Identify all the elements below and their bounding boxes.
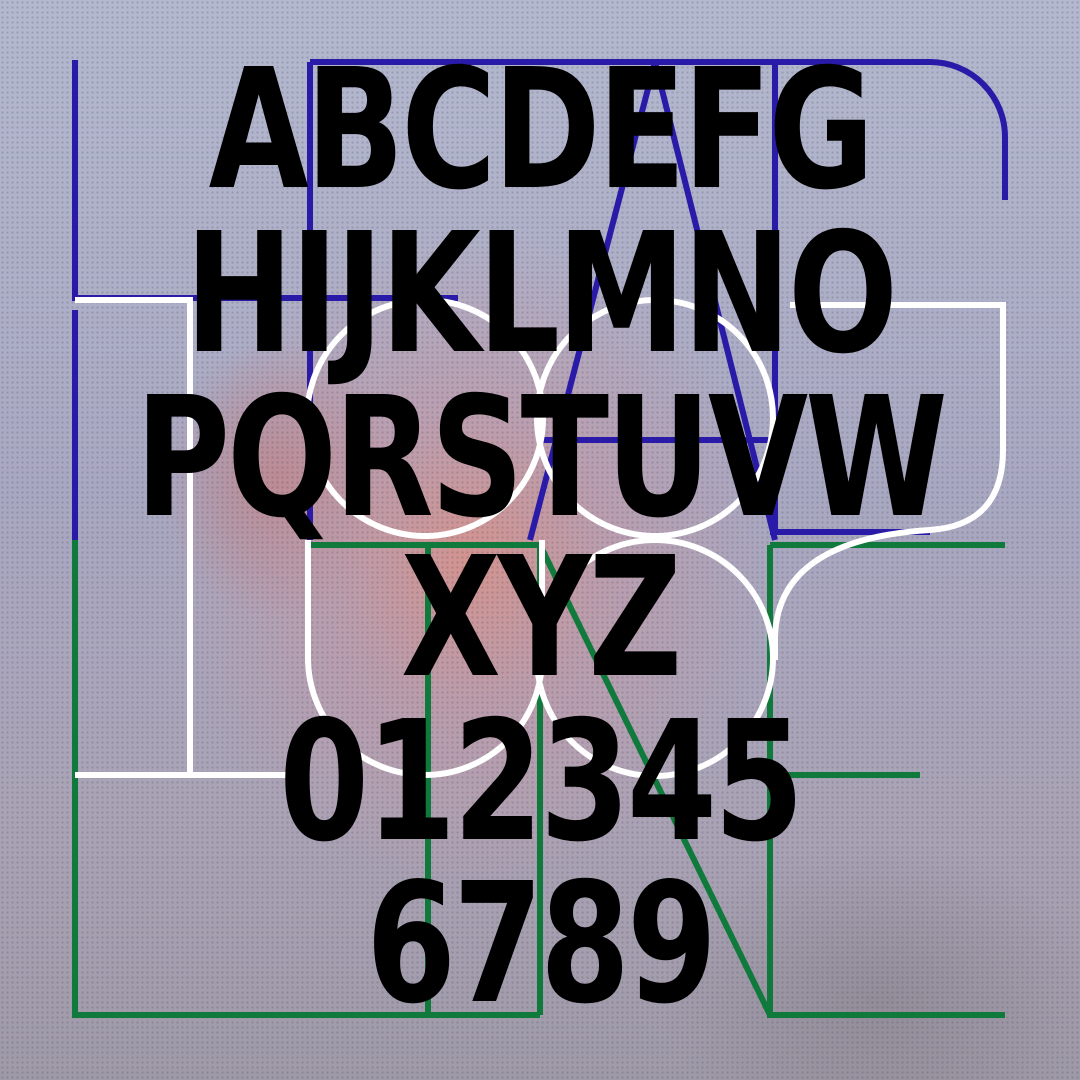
row-digits-0-5: 012345 <box>279 686 804 879</box>
row-uppercase-p-w: PQRSTUVW <box>135 362 948 555</box>
row-uppercase-a-g: ABCDEFG <box>208 34 875 227</box>
row-digits-6-9: 6789 <box>366 848 717 1041</box>
row-uppercase-h-o: HIJKLMNO <box>185 198 898 391</box>
type-specimen: ABCDEFG HIJKLMNO PQRSTUVW XYZ 012345 678… <box>0 0 1080 1080</box>
row-uppercase-x-z: XYZ <box>400 522 682 715</box>
specimen-poster: ABCDEFG HIJKLMNO PQRSTUVW XYZ 012345 678… <box>0 0 1080 1080</box>
